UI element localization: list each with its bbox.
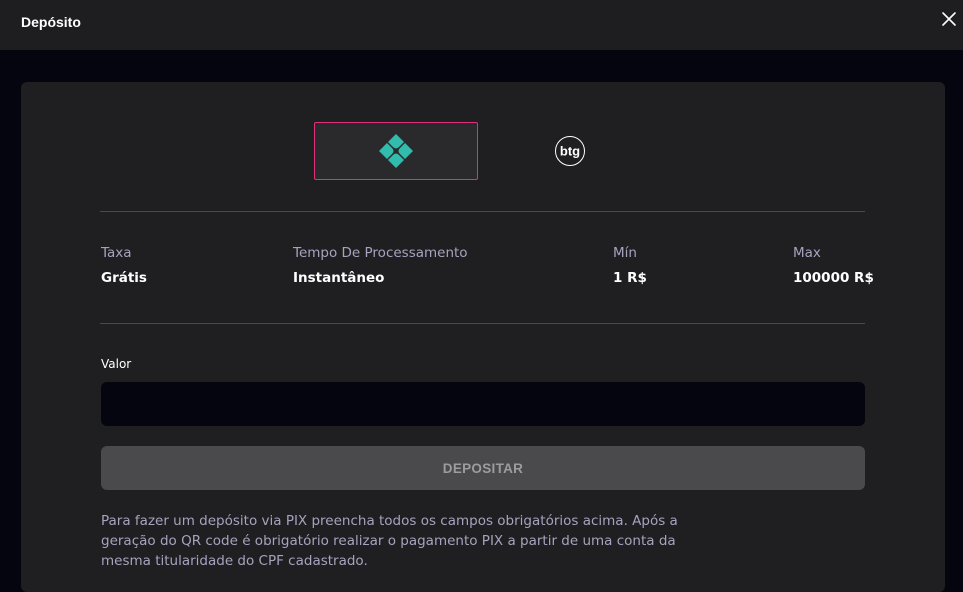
payment-method-btg[interactable]: btg bbox=[488, 122, 652, 180]
modal-header: Depósito bbox=[0, 0, 963, 50]
deposit-modal: Depósito btg Taxa Grátis Tempo De Proces… bbox=[0, 0, 963, 592]
min-value: 1 R$ bbox=[613, 270, 647, 286]
deposit-note: Para fazer um depósito via PIX preencha … bbox=[101, 513, 678, 569]
divider-top bbox=[100, 211, 865, 212]
amount-input[interactable] bbox=[101, 382, 865, 426]
processing-value: Instantâneo bbox=[293, 270, 385, 286]
btg-logo-text: btg bbox=[560, 144, 580, 159]
processing-label: Tempo De Processamento bbox=[293, 245, 468, 261]
divider-bottom bbox=[100, 323, 865, 324]
max-label: Max bbox=[793, 245, 821, 261]
fee-label: Taxa bbox=[101, 245, 132, 261]
close-icon bbox=[942, 12, 956, 26]
amount-label: Valor bbox=[101, 357, 132, 371]
info-min: Mín 1 R$ bbox=[613, 245, 647, 286]
pix-icon bbox=[379, 134, 413, 168]
btg-icon: btg bbox=[555, 136, 585, 166]
deposit-button[interactable]: DEPOSITAR bbox=[101, 446, 865, 490]
payment-method-pix[interactable] bbox=[314, 122, 478, 180]
info-max: Max 100000 R$ bbox=[793, 245, 874, 286]
info-fee: Taxa Grátis bbox=[101, 245, 147, 286]
deposit-panel: btg Taxa Grátis Tempo De Processamento I… bbox=[21, 82, 945, 592]
modal-title: Depósito bbox=[21, 14, 81, 30]
info-processing: Tempo De Processamento Instantâneo bbox=[293, 245, 468, 286]
close-button[interactable] bbox=[939, 9, 959, 29]
min-label: Mín bbox=[613, 245, 637, 261]
fee-value: Grátis bbox=[101, 270, 147, 286]
max-value: 100000 R$ bbox=[793, 270, 874, 286]
